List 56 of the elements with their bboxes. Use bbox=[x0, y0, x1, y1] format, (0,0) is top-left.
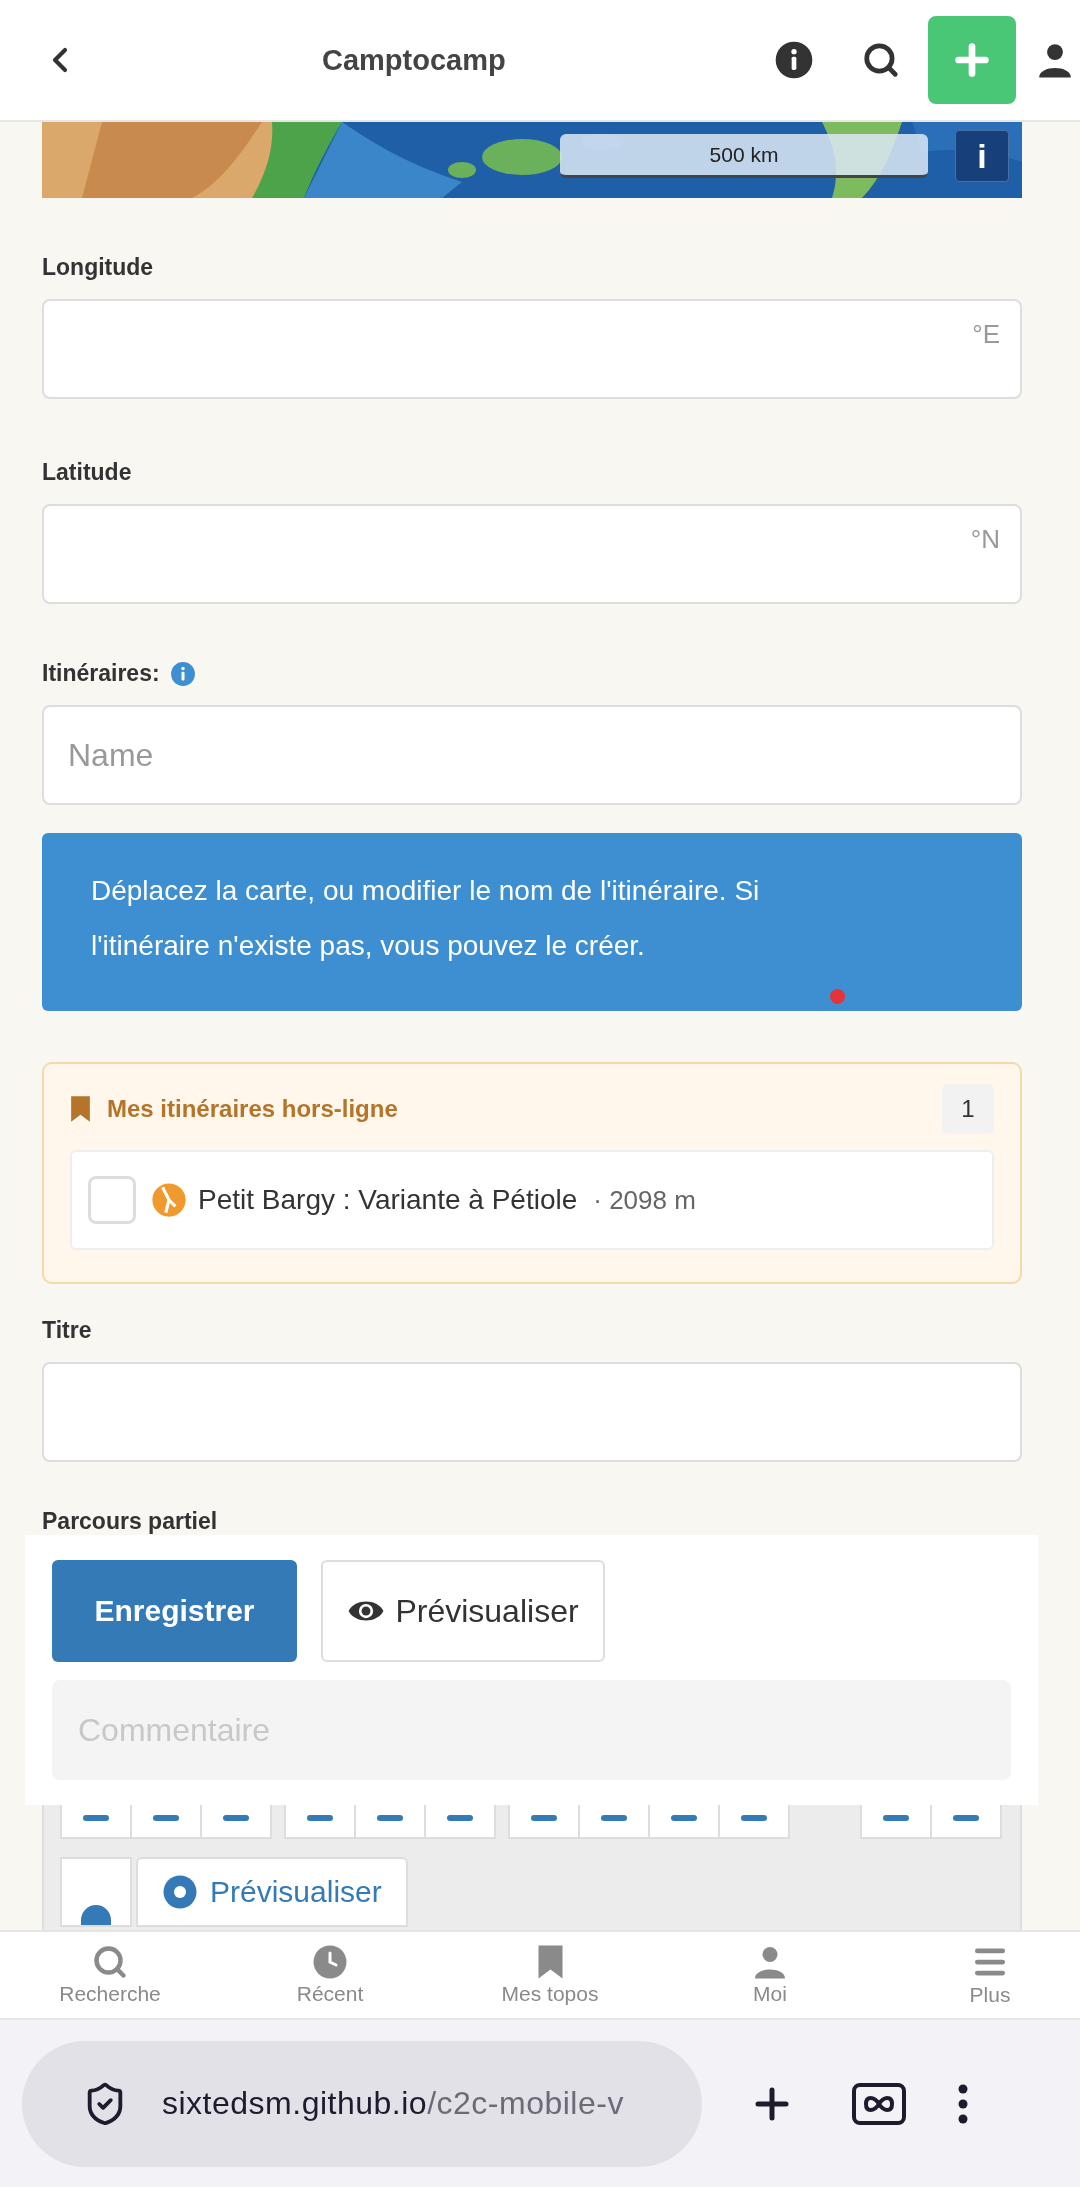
nav-item[interactable]: Récent bbox=[260, 1932, 400, 2018]
count-badge: 1 bbox=[942, 1084, 994, 1134]
marker-dot-icon bbox=[830, 989, 845, 1004]
coordinate-field[interactable]: °E bbox=[42, 299, 1022, 399]
bookmark-icon bbox=[70, 1095, 91, 1123]
infinity-box-icon bbox=[852, 2082, 906, 2125]
tool-glyph-icon bbox=[377, 1815, 403, 1821]
field-label: Itinéraires: bbox=[42, 660, 160, 687]
unit-label: °E bbox=[972, 319, 1000, 350]
card-title: Mes itinéraires hors-ligne bbox=[107, 1095, 399, 1123]
field-label: Titre bbox=[42, 1317, 92, 1344]
nav-item[interactable]: Moi bbox=[700, 1932, 840, 2018]
itinerary-item[interactable]: Petit Bargy : Variante à Pétiole · 2098 m bbox=[70, 1150, 994, 1250]
search-icon bbox=[92, 1944, 128, 1980]
tool-glyph-icon bbox=[153, 1815, 179, 1821]
tool-glyph-icon bbox=[531, 1815, 557, 1821]
preview-button[interactable]: Prévisualiser bbox=[321, 1560, 605, 1662]
app-title: Camptocamp bbox=[322, 43, 507, 77]
info-icon[interactable] bbox=[774, 40, 814, 80]
tool-glyph-icon bbox=[671, 1815, 697, 1821]
checkbox[interactable] bbox=[88, 1176, 136, 1224]
url-text: sixtedsm.github.io/c2c-mobile-v bbox=[162, 2085, 624, 2122]
tool-glyph-icon bbox=[741, 1815, 767, 1821]
tool-glyph-icon bbox=[83, 1815, 109, 1821]
bookmark-icon bbox=[536, 1944, 564, 1980]
tool-glyph-icon bbox=[953, 1815, 979, 1821]
tool-glyph-icon bbox=[447, 1815, 473, 1821]
nav-item[interactable]: Plus bbox=[920, 1932, 1060, 2018]
tool-glyph-icon bbox=[223, 1815, 249, 1821]
itinerary-elevation: · 2098 m bbox=[593, 1184, 696, 1216]
itinerary-name: Petit Bargy : Variante à Pétiole bbox=[198, 1184, 578, 1216]
nav-item[interactable]: Mes topos bbox=[480, 1932, 620, 2018]
address-bar[interactable]: sixtedsm.github.io/c2c-mobile-v bbox=[22, 2040, 702, 2167]
clock-icon bbox=[312, 1944, 348, 1980]
tool-glyph-icon bbox=[601, 1815, 627, 1821]
save-button[interactable]: Enregistrer bbox=[52, 1560, 297, 1662]
nav-item[interactable]: Recherche bbox=[40, 1932, 180, 2018]
user-icon bbox=[1036, 41, 1074, 79]
field-label: Parcours partiel bbox=[42, 1508, 218, 1535]
preview-button[interactable]: Prévisualiser bbox=[136, 1857, 408, 1927]
field-label: Longitude bbox=[42, 254, 154, 281]
more-icon bbox=[958, 2083, 968, 2124]
tool-glyph-icon bbox=[883, 1815, 909, 1821]
toolbar-button[interactable] bbox=[60, 1857, 132, 1927]
tool-glyph-icon bbox=[307, 1815, 333, 1821]
unit-label: °N bbox=[970, 524, 1000, 555]
coordinate-field[interactable]: °N bbox=[42, 504, 1022, 604]
map-scale: 500 km bbox=[560, 134, 928, 178]
user-icon bbox=[752, 1944, 788, 1980]
title-field[interactable] bbox=[42, 1362, 1022, 1462]
field-label: Latitude bbox=[42, 459, 132, 486]
notice-text: Déplacez la carte, ou modifier le nom de l'itinéraire. Si l'itinéraire n'existe pas, vous pouvez le créer. bbox=[91, 874, 761, 963]
name-field[interactable]: Name bbox=[42, 705, 1022, 805]
tabs-button[interactable] bbox=[852, 2082, 906, 2125]
map-info-button[interactable]: i bbox=[955, 130, 1009, 182]
more-menu-button[interactable] bbox=[958, 2083, 968, 2124]
